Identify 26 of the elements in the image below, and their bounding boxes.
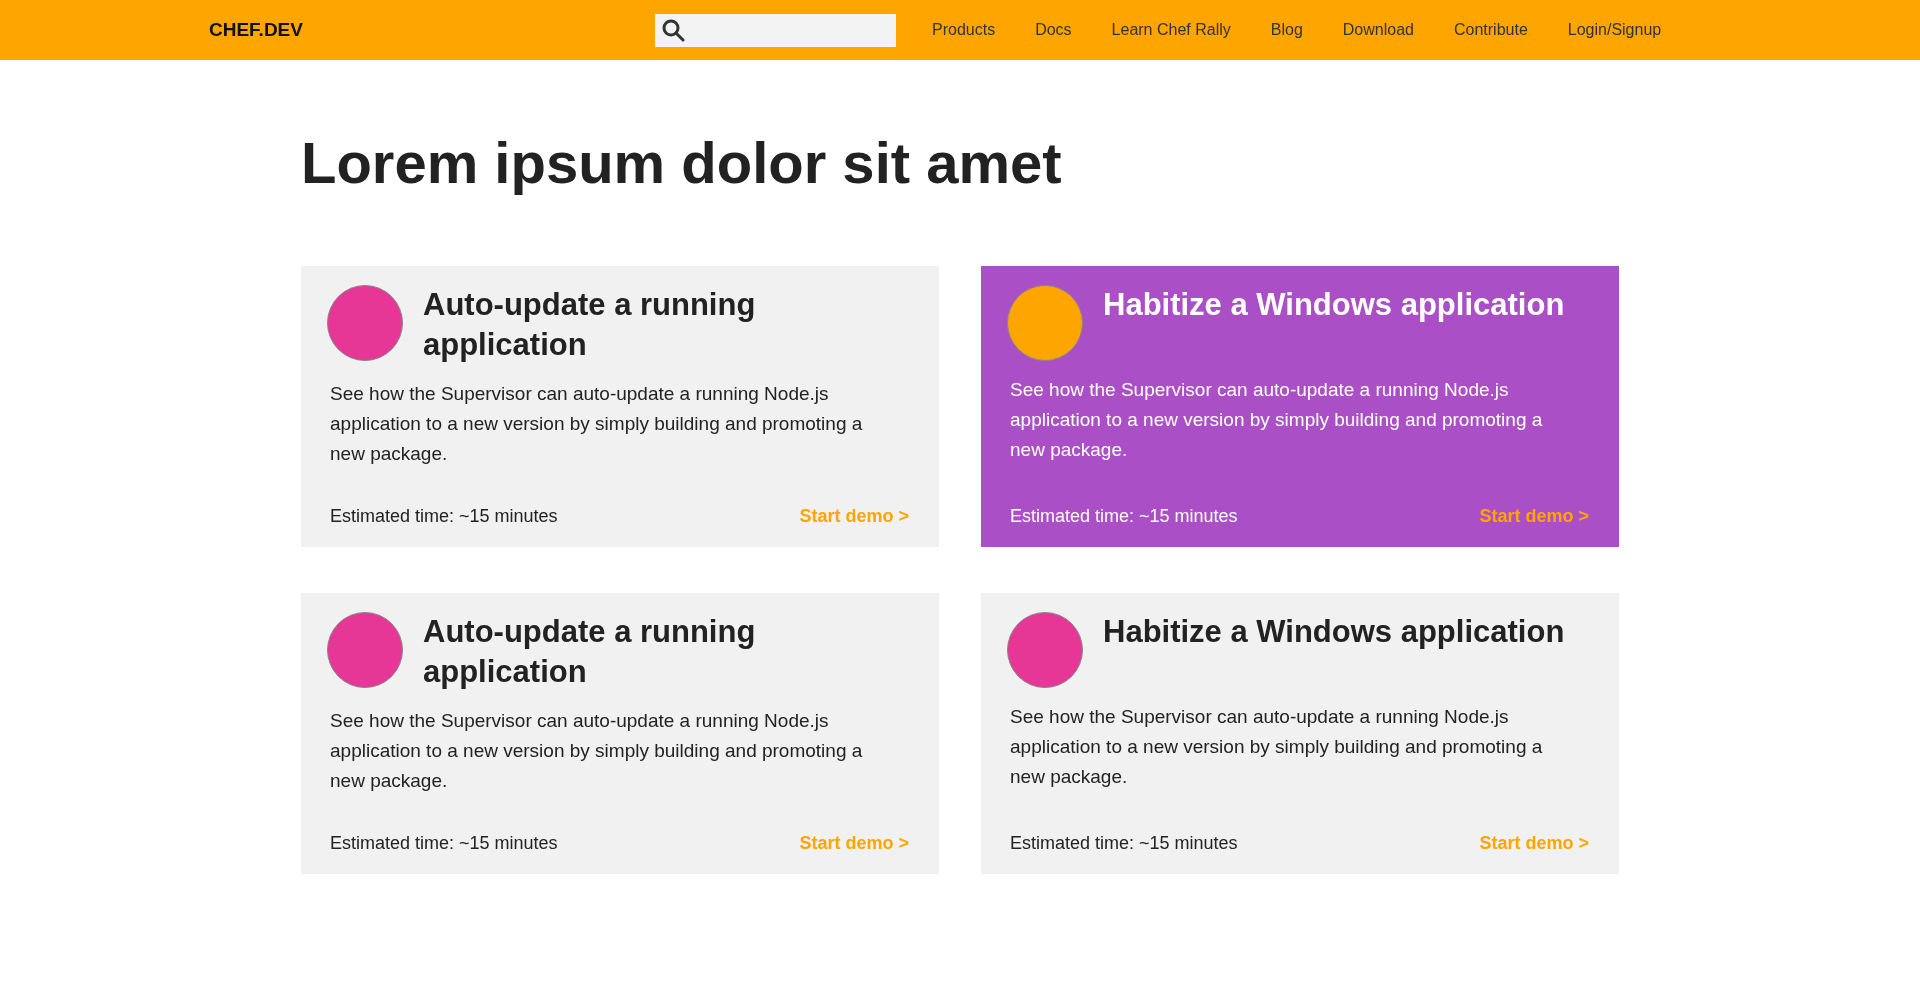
estimated-time: Estimated time: ~15 minutes	[330, 505, 558, 527]
nav-link[interactable]: Download	[1342, 21, 1414, 39]
search-field[interactable]	[655, 13, 896, 47]
demo-card[interactable]	[981, 592, 1619, 874]
card-description: See how the Supervisor can auto-update a running Node.js application to a new version by simply building and promoting a new package.	[1010, 704, 1544, 789]
nav-link[interactable]: Products	[932, 21, 996, 39]
card-description: See how the Supervisor can auto-update a running Node.js application to a new version by simply building and promoting a new package.	[1010, 377, 1544, 462]
card-title: Habitize a Windows application	[1103, 285, 1565, 324]
nav-link[interactable]: Learn Chef Rally	[1111, 21, 1231, 39]
estimated-time: Estimated time: ~15 minutes	[1010, 832, 1238, 854]
estimated-time: Estimated time: ~15 minutes	[330, 832, 558, 854]
search-icon	[661, 18, 685, 42]
nav-link[interactable]: Blog	[1270, 21, 1303, 39]
card-description: See how the Supervisor can auto-update a running Node.js application to a new version by simply building and promoting a new package.	[330, 708, 864, 793]
card-title: Auto-update a running application	[423, 612, 757, 691]
card-title: Auto-update a running application	[423, 285, 757, 364]
card-title: Habitize a Windows application	[1103, 612, 1565, 651]
nav-link[interactable]: Contribute	[1453, 21, 1528, 39]
nav-link[interactable]: Docs	[1035, 21, 1072, 39]
site-logo[interactable]: CHEF.DEV	[209, 19, 655, 41]
demo-card[interactable]	[301, 265, 939, 547]
demo-card[interactable]	[301, 592, 939, 874]
estimated-time: Estimated time: ~15 minutes	[1010, 505, 1238, 527]
nav-link[interactable]: Login/Signup	[1567, 21, 1662, 39]
card-description: See how the Supervisor can auto-update a running Node.js application to a new version by simply building and promoting a new package.	[330, 381, 864, 466]
page-heading: Lorem ipsum dolor sit amet	[301, 129, 1063, 197]
